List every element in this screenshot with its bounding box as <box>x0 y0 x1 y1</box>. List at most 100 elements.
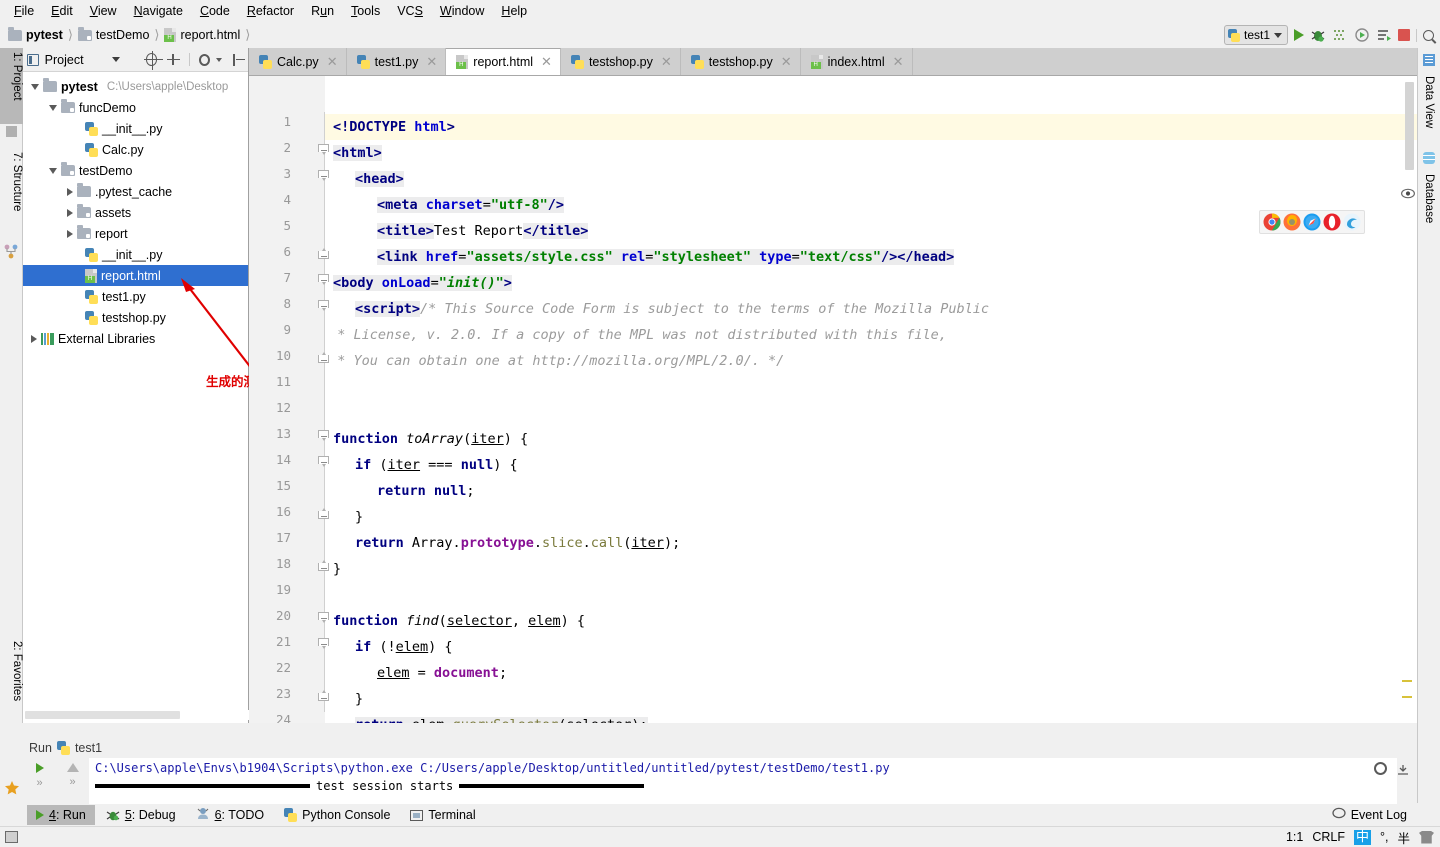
fold-marker[interactable] <box>318 638 329 649</box>
ime-width-indicator[interactable]: 半 <box>1397 828 1410 847</box>
fold-marker[interactable] <box>318 248 329 259</box>
fold-marker[interactable] <box>318 144 329 155</box>
menu-item-navigate[interactable]: Navigate <box>126 1 191 21</box>
inspection-marker[interactable] <box>1402 680 1412 682</box>
tree-item-pytest-cache[interactable]: .pytest_cache <box>23 181 248 202</box>
tab-calc-py[interactable]: Calc.py ✕ <box>249 48 347 75</box>
fold-marker[interactable] <box>318 456 329 467</box>
fold-marker[interactable] <box>318 560 329 571</box>
fold-marker[interactable] <box>318 508 329 519</box>
hide-icon[interactable] <box>233 53 245 66</box>
tree-item-pytest[interactable]: pytest C:\Users\apple\Desktop <box>23 76 248 97</box>
inspection-marker[interactable] <box>1402 696 1412 698</box>
menu-item-tools[interactable]: Tools <box>343 1 388 21</box>
tree-item-report[interactable]: report <box>23 223 248 244</box>
sidebar-item-favorites[interactable]: 2: Favorites <box>0 637 23 723</box>
expand-icon[interactable]: » <box>36 777 42 789</box>
gear-icon[interactable] <box>199 53 211 66</box>
expand-collapse-icon[interactable] <box>167 53 181 66</box>
twisty-right-icon[interactable] <box>31 334 37 343</box>
menu-item-view[interactable]: View <box>82 1 125 21</box>
menu-item-refactor[interactable]: Refactor <box>239 1 302 21</box>
breadcrumb-item-report-html[interactable]: report.html <box>164 28 240 42</box>
tree-item-testdemo[interactable]: testDemo <box>23 160 248 181</box>
tab-test1-py[interactable]: test1.py ✕ <box>346 48 447 75</box>
editor-vertical-scrollbar[interactable] <box>1405 82 1414 170</box>
toggle-tool-windows-button[interactable] <box>0 831 23 843</box>
menu-item-edit[interactable]: Edit <box>43 1 81 21</box>
event-log-button[interactable]: Event Log <box>1332 807 1407 823</box>
sidebar-item-project[interactable]: 1: Project <box>0 48 23 124</box>
fold-marker[interactable] <box>318 300 329 311</box>
sidebar-item-database[interactable]: Database <box>1417 170 1440 240</box>
coverage-button[interactable] <box>1332 27 1348 43</box>
fold-marker[interactable] <box>318 170 329 181</box>
tab-testshop-py-1[interactable]: testshop.py ✕ <box>560 48 681 75</box>
close-icon[interactable]: ✕ <box>661 54 672 70</box>
profile-button[interactable] <box>1354 27 1370 43</box>
fold-marker[interactable] <box>318 430 329 441</box>
bottom-tab-terminal[interactable]: Terminal <box>401 805 484 825</box>
twisty-right-icon[interactable] <box>67 229 73 238</box>
gear-chevron-icon[interactable] <box>216 57 223 62</box>
rerun-button[interactable] <box>1376 27 1392 43</box>
expand-icon[interactable]: » <box>69 776 75 788</box>
fold-marker[interactable] <box>318 612 329 623</box>
project-horizontal-scrollbar[interactable] <box>23 710 249 720</box>
bottom-tab-python-console[interactable]: Python Console <box>275 805 399 825</box>
menu-item-file[interactable]: File <box>6 1 42 21</box>
tree-item-funcdemo[interactable]: funcDemo <box>23 97 248 118</box>
tab-report-html[interactable]: report.html ✕ <box>446 48 561 75</box>
breadcrumb-item-testdemo[interactable]: testDemo <box>77 26 149 42</box>
scroll-up-button[interactable] <box>66 763 79 772</box>
twisty-right-icon[interactable] <box>67 187 73 196</box>
hide-icon[interactable] <box>1397 764 1409 775</box>
ime-indicator[interactable]: 中 <box>1353 829 1371 845</box>
chrome-icon[interactable] <box>1263 213 1281 231</box>
menu-item-window[interactable]: Window <box>432 1 492 21</box>
close-icon[interactable]: ✕ <box>327 54 338 70</box>
run-console[interactable]: C:\Users\apple\Envs\b1904\Scripts\python… <box>89 758 1397 804</box>
scrollbar-thumb[interactable] <box>25 711 180 719</box>
fold-marker[interactable] <box>318 690 329 701</box>
sidebar-item-data-view[interactable]: Data View <box>1417 72 1440 144</box>
ime-shirt-icon[interactable] <box>1419 830 1434 844</box>
breadcrumb-item-pytest[interactable]: pytest <box>8 26 63 42</box>
safari-icon[interactable] <box>1303 213 1321 231</box>
caret-position[interactable]: 1:1 <box>1286 830 1303 844</box>
code-editor[interactable]: 1 2 3 4 5 6 7 8 9 10 11 12 13 14 15 16 1… <box>249 76 1417 723</box>
chevron-down-icon[interactable] <box>111 57 120 62</box>
editor-gutter[interactable]: 1 2 3 4 5 6 7 8 9 10 11 12 13 14 15 16 1… <box>249 76 325 723</box>
run-button[interactable] <box>1294 29 1304 41</box>
bottom-tab-run[interactable]: 4: Run <box>27 805 95 825</box>
fold-marker[interactable] <box>318 274 329 285</box>
line-separator[interactable]: CRLF <box>1312 830 1345 844</box>
bottom-tab-todo[interactable]: 6: TODO <box>187 805 274 825</box>
tree-item-assets[interactable]: assets <box>23 202 248 223</box>
tab-index-html[interactable]: index.html ✕ <box>800 48 913 75</box>
tree-item-init-py-test[interactable]: __init__.py <box>23 244 248 265</box>
eye-icon[interactable] <box>1400 188 1416 199</box>
close-icon[interactable]: ✕ <box>781 54 792 70</box>
twisty-down-icon[interactable] <box>49 167 57 174</box>
tree-item-calc-py[interactable]: Calc.py <box>23 139 248 160</box>
tab-testshop-py-2[interactable]: testshop.py ✕ <box>680 48 801 75</box>
menu-item-vcs[interactable]: VCS <box>389 1 431 21</box>
firefox-icon[interactable] <box>1283 213 1301 231</box>
twisty-right-icon[interactable] <box>67 208 73 217</box>
opera-icon[interactable] <box>1323 213 1341 231</box>
close-icon[interactable]: ✕ <box>541 54 552 70</box>
sidebar-item-structure[interactable]: 7: Structure <box>0 148 23 240</box>
twisty-down-icon[interactable] <box>31 83 39 90</box>
close-icon[interactable]: ✕ <box>893 54 904 70</box>
browser-preview-toolbar[interactable] <box>1259 210 1365 234</box>
bottom-tab-debug[interactable]: 5: Debug <box>97 805 185 825</box>
close-icon[interactable]: ✕ <box>426 54 437 70</box>
menu-item-run[interactable]: Run <box>303 1 342 21</box>
gear-icon[interactable] <box>1374 762 1387 775</box>
stop-button[interactable] <box>1398 29 1410 41</box>
tree-item-init-py-func[interactable]: __init__.py <box>23 118 248 139</box>
code-content[interactable]: <!DOCTYPE html> <html> <head> <meta char… <box>333 76 1417 723</box>
search-everywhere-icon[interactable] <box>1423 29 1434 41</box>
run-configuration-selector[interactable]: test1 <box>1223 25 1288 45</box>
